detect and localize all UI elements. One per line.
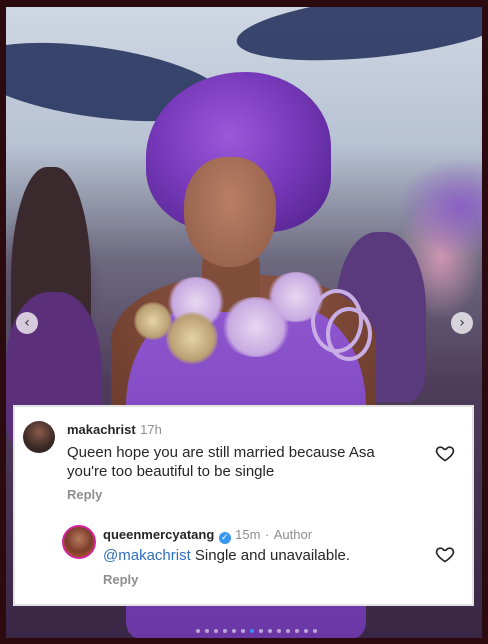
chevron-right-icon[interactable]: ›: [451, 312, 473, 334]
comment-text: Queen hope you are still married because…: [67, 444, 375, 480]
reply-button[interactable]: Reply: [103, 572, 138, 587]
reply-text: @makachrist Single and unavailable.: [103, 546, 350, 565]
carousel-dot: [259, 629, 263, 633]
avatar[interactable]: [23, 421, 55, 453]
carousel-dot: [196, 629, 200, 633]
reply-body: Single and unavailable.: [194, 547, 351, 564]
face: [184, 157, 276, 267]
comment-time: 17h: [140, 422, 162, 437]
carousel-indicator: [196, 629, 317, 633]
carousel-dot: [205, 629, 209, 633]
carousel-dot: [304, 629, 308, 633]
carousel-dot: [214, 629, 218, 633]
meta-separator: ·: [264, 527, 270, 542]
avatar[interactable]: [62, 525, 96, 559]
carousel-dot: [313, 629, 317, 633]
chevron-left-icon[interactable]: ‹: [16, 312, 38, 334]
carousel-dot: [250, 629, 254, 633]
sleeve-loop-detail: [326, 307, 372, 361]
carousel-dot: [277, 629, 281, 633]
reply-button[interactable]: Reply: [67, 487, 102, 502]
carousel-dot: [241, 629, 245, 633]
comment-username[interactable]: makachrist: [67, 422, 136, 437]
comment-card: makachrist 17h Queen hope you are still …: [13, 405, 474, 606]
heart-outline-icon[interactable]: [435, 443, 455, 463]
carousel-dot: [232, 629, 236, 633]
carousel-dot: [295, 629, 299, 633]
carousel-dot: [268, 629, 272, 633]
carousel-dot: [286, 629, 290, 633]
reply-header: queenmercyatang ✓ 15m · Author: [103, 526, 312, 544]
reply-time: 15m: [235, 527, 261, 542]
heart-outline-icon[interactable]: [435, 544, 455, 564]
ceiling-drape: [233, 7, 482, 72]
comment-header: makachrist 17h: [67, 421, 162, 439]
carousel-dot: [223, 629, 227, 633]
verified-badge-icon: ✓: [218, 532, 231, 544]
mention-link[interactable]: @makachrist: [103, 547, 191, 564]
author-label: Author: [273, 527, 313, 542]
gold-flower-appliqué: [166, 312, 218, 364]
reply-username[interactable]: queenmercyatang: [103, 527, 214, 542]
